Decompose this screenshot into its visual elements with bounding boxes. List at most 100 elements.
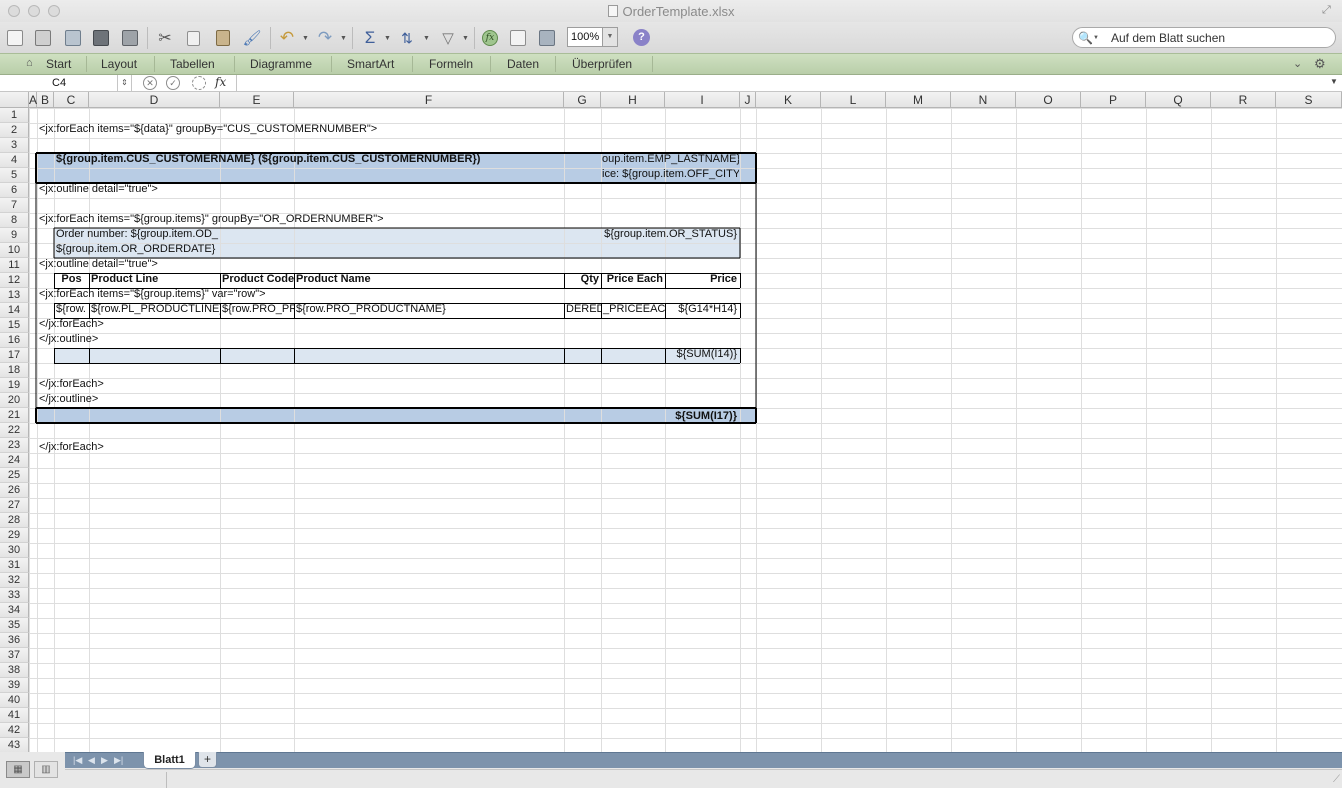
cell-B13[interactable]: <jx:forEach items="${group.items}" var="… — [37, 287, 268, 302]
cell-I12[interactable]: Price — [665, 272, 739, 287]
formula-input[interactable] — [236, 75, 1328, 91]
row-header-25[interactable]: 25 — [0, 468, 29, 483]
row-header-28[interactable]: 28 — [0, 513, 29, 528]
row-header-16[interactable]: 16 — [0, 333, 29, 348]
first-sheet-icon[interactable]: |◀ — [73, 755, 82, 766]
cell-C4[interactable]: ${group.item.CUS_CUSTOMERNAME} (${group.… — [54, 152, 482, 167]
name-box-stepper-icon[interactable]: ⇕ — [118, 75, 132, 91]
name-box[interactable]: C4 — [0, 75, 118, 91]
row-header-6[interactable]: 6 — [0, 183, 29, 198]
cell-I4[interactable]: oup.item.EMP_LASTNAME} — [600, 152, 739, 167]
redo-icon[interactable]: ↷ — [314, 27, 336, 49]
cell-I14[interactable]: ${G14*H14} — [665, 302, 739, 317]
undo-dropdown-icon[interactable]: ▼ — [302, 35, 309, 42]
cell-C12[interactable]: Pos — [54, 272, 89, 287]
row-header-43[interactable]: 43 — [0, 738, 29, 752]
tab-diagramme[interactable]: Diagramme — [250, 57, 312, 71]
column-header-A[interactable]: A — [29, 92, 37, 108]
row-header-4[interactable]: 4 — [0, 153, 29, 168]
cell-I5[interactable]: ice: ${group.item.OFF_CITY} — [600, 167, 739, 182]
paste-icon[interactable] — [212, 27, 234, 49]
row-header-15[interactable]: 15 — [0, 318, 29, 333]
row-header-34[interactable]: 34 — [0, 603, 29, 618]
zoom-field[interactable]: 100% — [567, 27, 603, 47]
row-header-8[interactable]: 8 — [0, 213, 29, 228]
open-icon[interactable] — [62, 27, 84, 49]
column-header-D[interactable]: D — [89, 92, 220, 108]
row-header-14[interactable]: 14 — [0, 303, 29, 318]
cell-B11[interactable]: <jx:outline detail="true"> — [37, 257, 160, 272]
tab-ueberpruefen[interactable]: Überprüfen — [572, 57, 632, 71]
cell-F14[interactable]: ${row.PRO_PRODUCTNAME} — [294, 302, 564, 317]
cell-C9[interactable]: Order number: ${group.item.OD_ — [54, 227, 220, 242]
zoom-dropdown-icon[interactable]: ▼ — [603, 27, 618, 47]
last-sheet-icon[interactable]: ▶| — [114, 755, 123, 766]
column-header-L[interactable]: L — [821, 92, 886, 108]
cell-H14[interactable]: _PRICEEACH} — [601, 302, 665, 317]
cell-B16[interactable]: </jx:outline> — [37, 332, 100, 347]
new-workbook-icon[interactable] — [4, 27, 26, 49]
sort-dropdown-icon[interactable]: ▼ — [423, 35, 430, 42]
row-header-22[interactable]: 22 — [0, 423, 29, 438]
insert-function-placeholder-icon[interactable] — [192, 76, 206, 90]
row-header-10[interactable]: 10 — [0, 243, 29, 258]
cell-H12[interactable]: Price Each — [601, 272, 665, 287]
templates-icon[interactable] — [32, 27, 54, 49]
cell-D14[interactable]: ${row.PL_PRODUCTLINE} — [89, 302, 220, 317]
column-header-K[interactable]: K — [756, 92, 821, 108]
column-header-H[interactable]: H — [601, 92, 665, 108]
show-formula-builder-icon[interactable] — [507, 27, 529, 49]
tab-smartart[interactable]: SmartArt — [347, 57, 394, 71]
cell-B20[interactable]: </jx:outline> — [37, 392, 100, 407]
row-header-29[interactable]: 29 — [0, 528, 29, 543]
tab-start[interactable]: Start — [46, 57, 71, 71]
row-header-33[interactable]: 33 — [0, 588, 29, 603]
cut-icon[interactable]: ✂ — [154, 27, 176, 49]
row-header-40[interactable]: 40 — [0, 693, 29, 708]
function-icon[interactable]: fx — [479, 27, 501, 49]
select-all-corner[interactable] — [0, 92, 29, 108]
format-painter-icon[interactable]: 🖌 — [241, 27, 263, 49]
row-header-42[interactable]: 42 — [0, 723, 29, 738]
row-header-32[interactable]: 32 — [0, 573, 29, 588]
tab-tabellen[interactable]: Tabellen — [170, 57, 215, 71]
row-header-35[interactable]: 35 — [0, 618, 29, 633]
next-sheet-icon[interactable]: ▶ — [101, 755, 108, 766]
row-header-9[interactable]: 9 — [0, 228, 29, 243]
cell-D12[interactable]: Product Line — [89, 272, 220, 287]
cell-I9[interactable]: ${group.item.OR_STATUS} — [600, 227, 739, 242]
row-header-41[interactable]: 41 — [0, 708, 29, 723]
spreadsheet-grid[interactable]: ABCDEFGHIJKLMNOPQRS 1 2 3 4 5 6 7 8 9 10 11 12 13 14 1… — [0, 92, 1342, 752]
redo-dropdown-icon[interactable]: ▼ — [340, 35, 347, 42]
chevron-down-icon[interactable]: ▼ — [1330, 77, 1338, 86]
row-header-7[interactable]: 7 — [0, 198, 29, 213]
column-header-O[interactable]: O — [1016, 92, 1081, 108]
row-header-3[interactable]: 3 — [0, 138, 29, 153]
row-header-36[interactable]: 36 — [0, 633, 29, 648]
row-header-26[interactable]: 26 — [0, 483, 29, 498]
column-header-P[interactable]: P — [1081, 92, 1146, 108]
resize-grip-icon[interactable]: ⟋ — [1333, 774, 1340, 785]
row-header-39[interactable]: 39 — [0, 678, 29, 693]
column-header-R[interactable]: R — [1211, 92, 1276, 108]
row-header-5[interactable]: 5 — [0, 168, 29, 183]
home-icon[interactable]: ⌂ — [26, 57, 33, 69]
row-header-30[interactable]: 30 — [0, 543, 29, 558]
row-header-18[interactable]: 18 — [0, 363, 29, 378]
row-header-37[interactable]: 37 — [0, 648, 29, 663]
column-header-M[interactable]: M — [886, 92, 951, 108]
search-input[interactable] — [1111, 30, 1331, 45]
row-header-21[interactable]: 21 — [0, 408, 29, 423]
column-header-G[interactable]: G — [564, 92, 601, 108]
row-header-11[interactable]: 11 — [0, 258, 29, 273]
sheet-tab-blatt1[interactable]: Blatt1 — [143, 752, 196, 769]
column-header-I[interactable]: I — [665, 92, 740, 108]
column-header-C[interactable]: C — [54, 92, 89, 108]
copy-icon[interactable] — [182, 27, 204, 49]
sort-icon[interactable]: ⇅ — [396, 27, 418, 49]
tab-layout[interactable]: Layout — [101, 57, 137, 71]
cancel-entry-icon[interactable]: ✕ — [143, 76, 157, 90]
cell-B19[interactable]: </jx:forEach> — [37, 377, 106, 392]
filter-icon[interactable]: ▽ — [437, 27, 459, 49]
row-header-20[interactable]: 20 — [0, 393, 29, 408]
